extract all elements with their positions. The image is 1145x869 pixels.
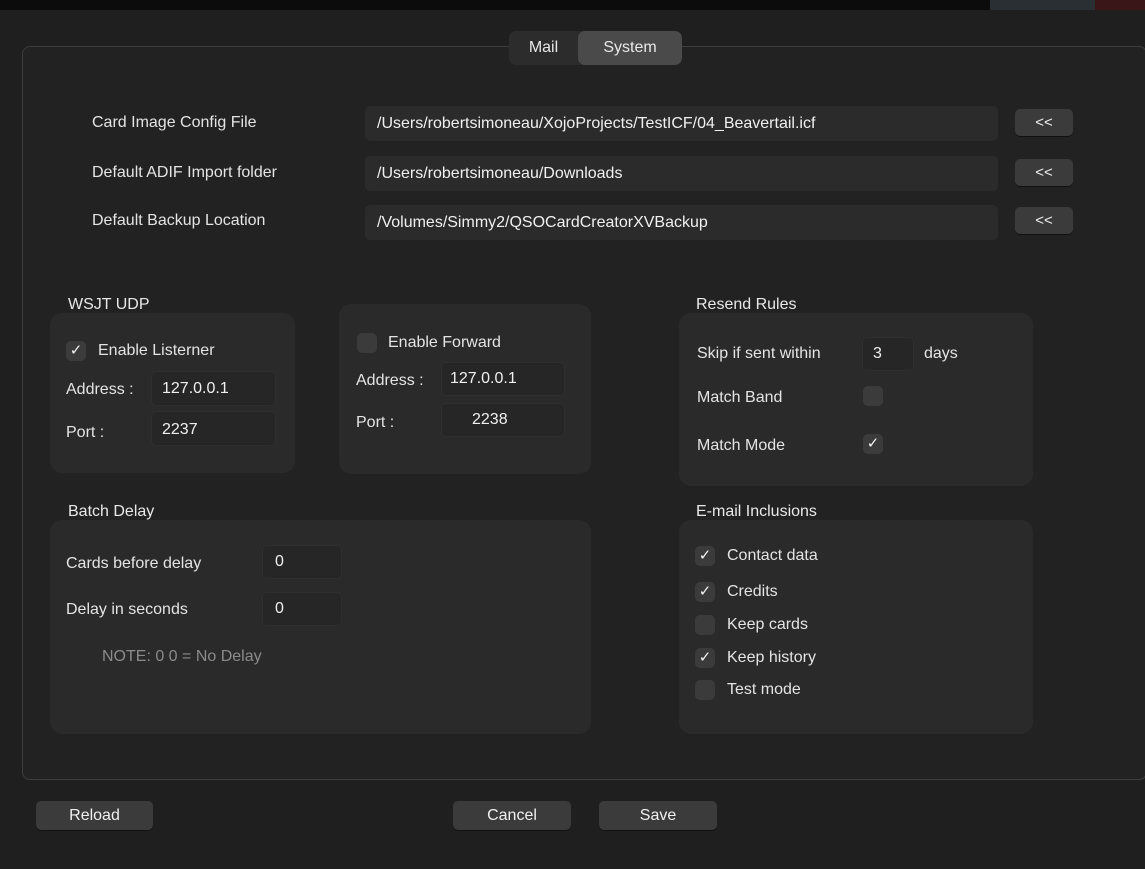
- adif-import-folder-label: Default ADIF Import folder: [92, 164, 277, 181]
- keep-cards-label: Keep cards: [727, 616, 808, 633]
- tab-bar: Mail System: [509, 31, 682, 65]
- listener-address-input[interactable]: 127.0.0.1: [151, 371, 276, 406]
- save-button[interactable]: Save: [599, 801, 717, 830]
- match-mode-checkbox[interactable]: ✓: [863, 434, 883, 454]
- keep-history-checkbox[interactable]: ✓: [695, 648, 715, 668]
- card-image-config-field[interactable]: /Users/robertsimoneau/XojoProjects/TestI…: [365, 106, 998, 141]
- match-band-label: Match Band: [697, 389, 783, 406]
- tab-system[interactable]: System: [578, 31, 682, 65]
- email-inclusions-heading: E-mail Inclusions: [696, 503, 817, 520]
- batch-delay-heading: Batch Delay: [68, 503, 155, 520]
- cards-before-delay-label: Cards before delay: [66, 555, 202, 572]
- listener-port-input[interactable]: 2237: [151, 411, 276, 446]
- skip-if-sent-label: Skip if sent within: [697, 345, 821, 362]
- card-image-browse-button[interactable]: <<: [1015, 109, 1073, 136]
- enable-listener-label: Enable Listerner: [98, 342, 215, 359]
- forward-port-input[interactable]: 2238: [441, 403, 565, 437]
- delay-in-seconds-label: Delay in seconds: [66, 601, 188, 618]
- forward-address-input[interactable]: 127.0.0.1: [441, 362, 565, 396]
- test-mode-checkbox[interactable]: [695, 680, 715, 700]
- test-mode-label: Test mode: [727, 681, 801, 698]
- match-band-checkbox[interactable]: [863, 386, 883, 406]
- skip-days-input[interactable]: 3: [862, 337, 914, 371]
- batch-delay-note: NOTE: 0 0 = No Delay: [102, 648, 262, 665]
- skip-days-unit: days: [924, 345, 958, 362]
- resend-rules-heading: Resend Rules: [696, 296, 797, 313]
- credits-checkbox[interactable]: ✓: [695, 582, 715, 602]
- delay-in-seconds-input[interactable]: 0: [262, 592, 342, 626]
- cancel-button[interactable]: Cancel: [453, 801, 571, 830]
- enable-listener-checkbox[interactable]: ✓: [66, 341, 86, 361]
- keep-history-label: Keep history: [727, 649, 816, 666]
- backup-location-field[interactable]: /Volumes/Simmy2/QSOCardCreatorXVBackup: [365, 205, 998, 240]
- keep-cards-checkbox[interactable]: [695, 615, 715, 635]
- adif-import-browse-button[interactable]: <<: [1015, 159, 1073, 186]
- backup-location-label: Default Backup Location: [92, 212, 266, 229]
- match-mode-label: Match Mode: [697, 437, 786, 454]
- enable-forward-checkbox[interactable]: [357, 333, 377, 353]
- enable-forward-label: Enable Forward: [388, 334, 501, 351]
- listener-port-label: Port :: [66, 424, 105, 441]
- card-image-config-label: Card Image Config File: [92, 114, 257, 131]
- window-top-strip: [0, 0, 1145, 10]
- credits-label: Credits: [727, 583, 778, 600]
- reload-button[interactable]: Reload: [36, 801, 153, 830]
- adif-import-folder-field[interactable]: /Users/robertsimoneau/Downloads: [365, 156, 998, 191]
- tab-mail[interactable]: Mail: [509, 31, 578, 65]
- contact-data-label: Contact data: [727, 547, 818, 564]
- backup-browse-button[interactable]: <<: [1015, 207, 1073, 234]
- forward-port-label: Port :: [356, 414, 395, 431]
- listener-address-label: Address :: [66, 381, 134, 398]
- contact-data-checkbox[interactable]: ✓: [695, 546, 715, 566]
- background-window-edge-red: [1095, 0, 1145, 10]
- forward-address-label: Address :: [356, 372, 424, 389]
- wsjt-udp-heading: WSJT UDP: [68, 296, 150, 313]
- cards-before-delay-input[interactable]: 0: [262, 545, 342, 579]
